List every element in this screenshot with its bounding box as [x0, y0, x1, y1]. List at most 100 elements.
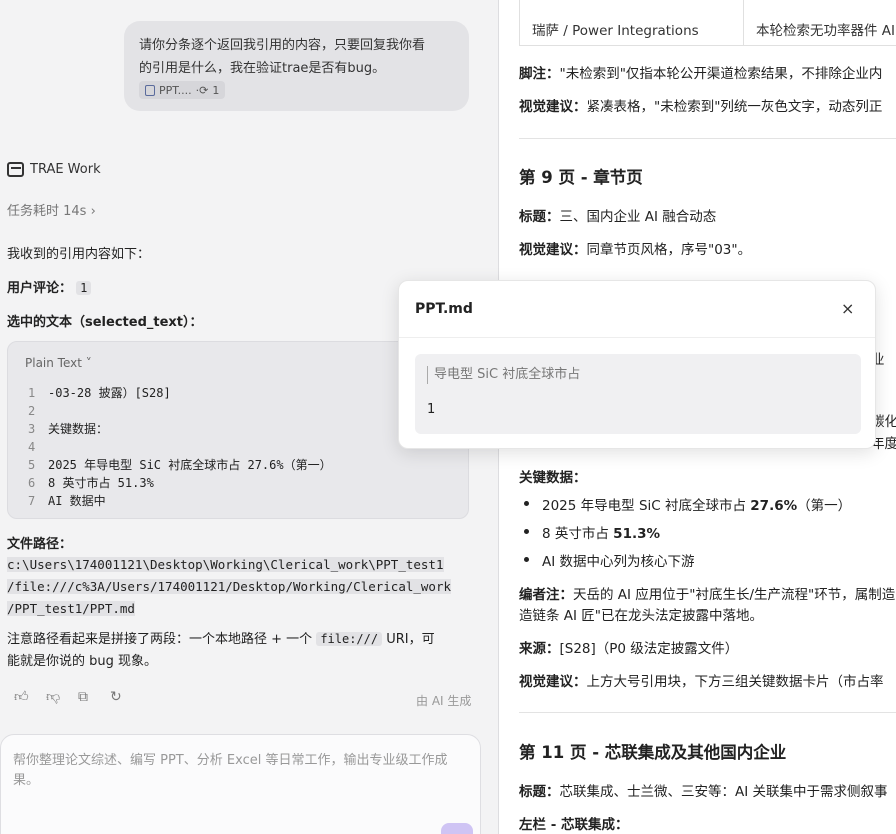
list-item: 8 英寸市占 51.3% [524, 522, 660, 542]
visual-label: 视觉建议： [519, 242, 587, 258]
table-row: 瑞萨 / Power Integrations 本轮检索无功率器件 AI [519, 0, 896, 46]
title-text: 三、国内企业 AI 融合动态 [559, 209, 717, 225]
quote-comment: 1 [427, 402, 436, 417]
line-number: 5 [28, 458, 36, 472]
line-number: 3 [28, 422, 36, 436]
code-text: -03-28 披露）[S28] [48, 386, 171, 400]
note-part-3: 能就是你说的 bug 现象。 [7, 654, 158, 669]
page9-heading: 第 9 页 - 章节页 [519, 168, 643, 187]
line-number: 6 [28, 476, 36, 490]
list-item: AI 数据中心列为核心下游 [524, 550, 695, 570]
user-message-line-2: 的引用是什么，我在验证trae是否有bug。 [139, 61, 386, 76]
table-cell: 瑞萨 / Power Integrations [520, 0, 744, 45]
editor-text: 天岳的 AI 应用位于"衬底生长/生产流程"环节，属制造 [573, 587, 896, 603]
title-label: 标题： [519, 209, 560, 225]
trae-logo-icon [7, 162, 24, 177]
page9-title: 标题：三、国内企业 AI 融合动态 [519, 205, 716, 225]
user-message-line-1: 请你分条逐个返回我引用的内容，只要回复我你看 [139, 38, 426, 53]
modal-title: PPT.md [415, 301, 473, 317]
filepath-value: c:\Users\174001121\Desktop\Working\Cleri… [7, 554, 477, 620]
code-text: 8 英寸市占 51.3% [48, 476, 154, 490]
editor-note-cont: 造链条 AI 匠"已在龙头法定披露中落地。 [519, 608, 764, 624]
refresh-icon[interactable]: ↻ [110, 690, 124, 704]
attachment-count: 1 [212, 83, 220, 97]
code-lines: 1 -03-28 披露）[S28] 2 3 关键数据： 4 5 2025 年导电型 SiC 衬… [28, 384, 332, 510]
visual-suggestion-3: 视觉建议：上方大号引用块，下方三组关键数据卡片（市占率 [519, 670, 884, 690]
filepath-line-1: c:\Users\174001121\Desktop\Working\Cleri… [7, 557, 444, 572]
visual-label: 视觉建议： [519, 674, 587, 690]
line-number: 1 [28, 386, 36, 400]
link-icon: ·⟳ [195, 83, 209, 97]
code-line: 4 [28, 438, 332, 456]
visual-suggestion-1: 视觉建议：紧凑表格，"未检索到"列统一灰色文字，动态列正 [519, 95, 882, 115]
title-label: 标题： [519, 784, 560, 800]
editor-label: 编者注： [519, 587, 573, 603]
agent-name: TRAE Work [30, 162, 101, 177]
footnote-text: "未检索到"仅指本轮公开渠道检索结果，不排除企业内 [559, 66, 883, 82]
title-text: 芯联集成、士兰微、三安等：AI 关联集中于需求侧叙事 [559, 784, 888, 800]
code-language-select[interactable]: Plain Text ˅ [25, 356, 92, 370]
visual-text: 上方大号引用块，下方三组关键数据卡片（市占率 [586, 674, 884, 690]
filepath-label: 文件路径： [7, 537, 73, 552]
close-icon[interactable]: × [841, 299, 854, 318]
quoted-text: 导电型 SiC 衬底全球市占 [427, 366, 580, 384]
selected-text-label: 选中的文本（selected_text）： [7, 315, 203, 330]
code-line: 7 AI 数据中 [28, 492, 332, 510]
comment-label: 用户评论： [7, 281, 73, 296]
line-number: 7 [28, 494, 36, 508]
message-composer[interactable]: 帮你整理论文综述、编写 PPT、分析 Excel 等日常工作，输出专业级工作成果… [0, 734, 481, 834]
code-text: 2025 年导电型 SiC 衬底全球市占 27.6%（第一） [48, 458, 332, 472]
note-part-2: URI，可 [386, 632, 435, 647]
filepath-line-3: /PPT_test1/PPT.md [7, 601, 135, 616]
line-number: 2 [28, 404, 36, 418]
left-col-label: 左栏 - 芯联集成： [519, 817, 629, 833]
file-icon [145, 84, 155, 96]
filepath-line-2: /file:///c%3A/Users/174001121/Desktop/Wo… [7, 579, 452, 594]
note-part-1: 注意路径看起来是拼接了两段：一个本地路径 + 一个 [7, 632, 313, 647]
reply-intro: 我收到的引用内容如下： [7, 247, 151, 262]
code-text: AI 数据中 [48, 494, 106, 508]
section-divider [519, 712, 896, 713]
code-line: 3 关键数据： [28, 420, 332, 438]
copy-icon[interactable]: ⧉ [78, 690, 92, 704]
modal-divider [399, 337, 875, 338]
message-actions: 👍︎ 👎︎ ⧉ ↻ [14, 690, 124, 704]
source-text: [S28]（P0 级法定披露文件） [559, 641, 739, 657]
composer-placeholder: 帮你整理论文综述、编写 PPT、分析 Excel 等日常工作，输出专业级工作成果… [13, 753, 448, 788]
source: 来源：[S28]（P0 级法定披露文件） [519, 637, 738, 657]
footnote-label: 脚注： [519, 66, 560, 82]
line-number: 4 [28, 440, 36, 454]
footnote: 脚注："未检索到"仅指本轮公开渠道检索结果，不排除企业内 [519, 62, 882, 82]
table-cell: 本轮检索无功率器件 AI [756, 23, 896, 39]
editor-note: 编者注：天岳的 AI 应用位于"衬底生长/生产流程"环节，属制造 [519, 583, 895, 603]
code-line: 2 [28, 402, 332, 420]
comment-row: 用户评论： 1 [7, 277, 92, 296]
user-message-bubble: 请你分条逐个返回我引用的内容，只要回复我你看 的引用是什么，我在验证trae是否… [124, 21, 469, 111]
note-code: file:/// [316, 632, 383, 646]
page11-heading: 第 11 页 - 芯联集成及其他国内企业 [519, 743, 787, 762]
thumbs-up-icon[interactable]: 👍︎ [14, 690, 29, 704]
task-time-toggle[interactable]: 任务耗时 14s › [7, 200, 96, 219]
code-line: 5 2025 年导电型 SiC 衬底全球市占 27.6%（第一） [28, 456, 332, 474]
send-button[interactable] [441, 823, 473, 834]
thumbs-down-icon[interactable]: 👎︎ [46, 690, 60, 704]
code-line: 6 8 英寸市占 51.3% [28, 474, 332, 492]
comment-value: 1 [76, 281, 92, 295]
visual-text: 同章节页风格，序号"03"。 [586, 242, 752, 258]
page11-title: 标题：芯联集成、士兰微、三安等：AI 关联集中于需求侧叙事 [519, 780, 888, 800]
bug-note: 注意路径看起来是拼接了两段：一个本地路径 + 一个 file:/// URI，可… [7, 628, 477, 673]
source-label: 来源： [519, 641, 560, 657]
list-item: 2025 年导电型 SiC 衬底全球市占 27.6%（第一） [524, 494, 851, 514]
ai-generated-label: 由 AI 生成 [416, 694, 472, 708]
code-text: 关键数据： [48, 422, 109, 436]
visual-label: 视觉建议： [519, 99, 587, 115]
visual-suggestion-2: 视觉建议：同章节页风格，序号"03"。 [519, 238, 751, 258]
agent-header: TRAE Work [7, 162, 101, 177]
reference-modal: PPT.md × 导电型 SiC 衬底全球市占 1 [398, 280, 876, 449]
attachment-name: PPT.... [159, 83, 192, 97]
quote-box: 导电型 SiC 衬底全球市占 1 [415, 354, 861, 434]
attachment-chip[interactable]: PPT.... ·⟳ 1 [139, 81, 226, 99]
visual-text: 紧凑表格，"未检索到"列统一灰色文字，动态列正 [586, 99, 883, 115]
section-divider [519, 138, 896, 139]
key-data-label: 关键数据： [519, 470, 587, 486]
